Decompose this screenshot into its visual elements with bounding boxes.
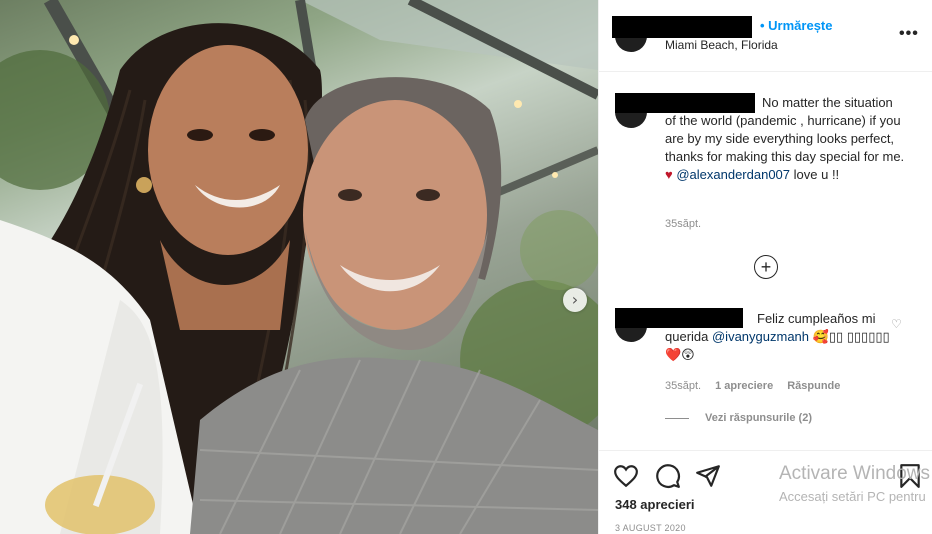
post-date[interactable]: 3 AUGUST 2020 xyxy=(615,523,686,533)
windows-activation-title: Activare Windows xyxy=(779,463,930,484)
post-location[interactable]: Miami Beach, Florida xyxy=(665,38,778,52)
reply-button[interactable]: Răspunde xyxy=(787,380,840,392)
post-actions: 348 aprecieri 3 AUGUST 2020 Activare Win… xyxy=(599,450,932,534)
comment-item: Feliz cumpleaños mi querida @ivanyguzman… xyxy=(665,310,895,364)
caption-mention-link[interactable]: @alexanderdan007 xyxy=(676,167,790,182)
heart-emoji-icon: ♥ xyxy=(665,167,673,182)
post-details-panel: • Urmărește Miami Beach, Florida ••• No … xyxy=(598,0,932,534)
plus-circle-icon[interactable]: + xyxy=(754,255,778,279)
post-photo[interactable]: › xyxy=(0,0,598,534)
post-header: • Urmărește Miami Beach, Florida ••• xyxy=(599,0,932,72)
caption-text: No matter the situation of the world (pa… xyxy=(665,95,905,164)
comment-mention-link[interactable]: @ivanyguzmanh xyxy=(712,329,809,344)
comment-meta: 35săpt. 1 apreciere Răspunde xyxy=(665,380,840,392)
follow-button[interactable]: • Urmărește xyxy=(760,18,832,33)
view-replies-button[interactable]: Vezi răspunsurile (2) xyxy=(665,412,812,424)
comment-like-icon[interactable]: ♡ xyxy=(891,317,902,331)
like-heart-icon[interactable] xyxy=(613,463,639,489)
windows-activation-subtitle: Accesați setări PC pentru xyxy=(779,489,926,504)
comment-likes-count[interactable]: 1 apreciere xyxy=(715,380,773,392)
post-caption: No matter the situation of the world (pa… xyxy=(665,94,905,184)
comment-bubble-icon[interactable] xyxy=(655,463,681,489)
caption-age[interactable]: 35săpt. xyxy=(665,218,701,230)
comment-age[interactable]: 35săpt. xyxy=(665,380,701,392)
replies-divider xyxy=(665,417,689,419)
likes-count[interactable]: 348 aprecieri xyxy=(615,497,695,512)
view-replies-label: Vezi răspunsurile (2) xyxy=(705,412,812,424)
redacted-username xyxy=(612,16,752,38)
share-send-icon[interactable] xyxy=(695,463,721,489)
photo-illustration xyxy=(0,0,598,534)
more-options-icon[interactable]: ••• xyxy=(899,25,919,43)
caption-tail: love u !! xyxy=(790,167,840,182)
next-photo-button[interactable]: › xyxy=(563,288,587,312)
